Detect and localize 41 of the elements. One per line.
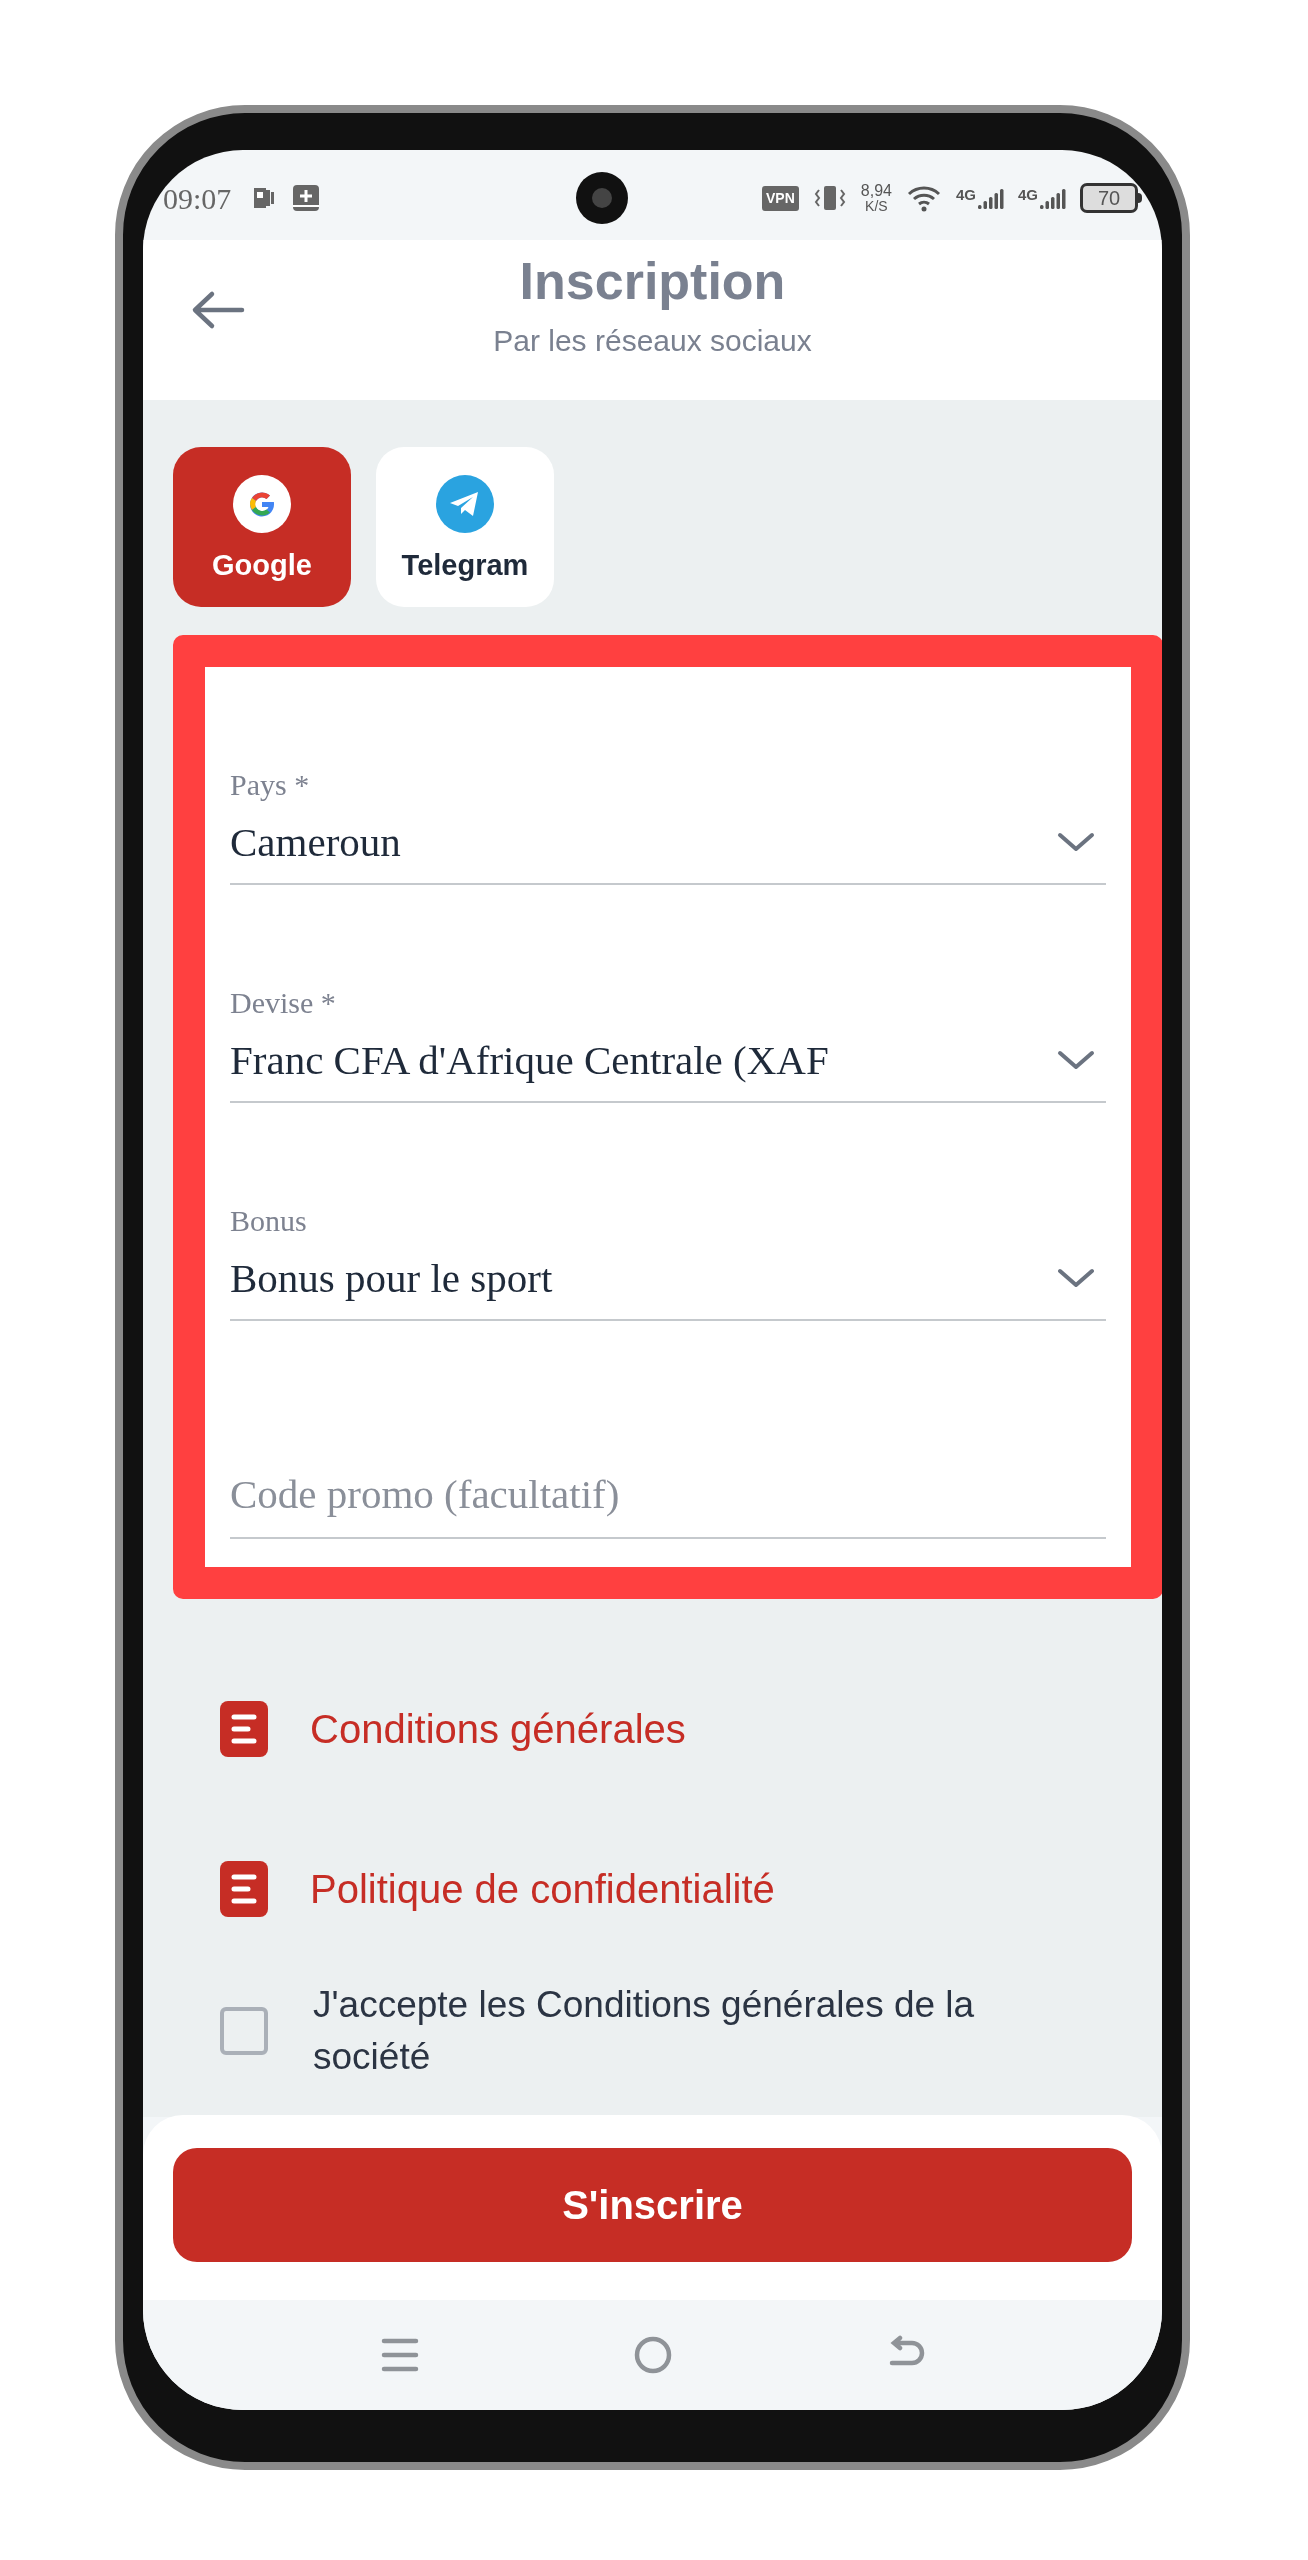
agreement-text: J'accepte les Conditions générales de la société bbox=[313, 1983, 976, 2079]
camera-icon bbox=[575, 172, 628, 224]
field-value: Cameroun bbox=[230, 817, 401, 867]
network-speed: 8,94 bbox=[860, 183, 892, 199]
vpn-badge: VPN bbox=[762, 185, 799, 211]
add-icon bbox=[291, 183, 322, 213]
signal-icon bbox=[978, 187, 1004, 209]
document-link[interactable]: Politique de confidentialité bbox=[220, 1809, 1132, 1969]
chevron-down-icon bbox=[1056, 1267, 1096, 1290]
field-value: Bonus pour le sport bbox=[230, 1253, 553, 1303]
select-field[interactable]: Pays * Cameroun bbox=[230, 667, 1106, 885]
document-link[interactable]: Conditions générales bbox=[220, 1649, 1132, 1809]
promo-code-field[interactable]: Code promo (facultatif) bbox=[230, 1463, 1106, 1539]
chevron-down-icon bbox=[1056, 831, 1096, 854]
page-subtitle: Par les réseaux sociaux bbox=[493, 323, 812, 360]
home-icon[interactable] bbox=[632, 2335, 673, 2375]
field-label: Bonus bbox=[230, 1205, 307, 1236]
wifi-icon bbox=[905, 184, 942, 212]
battery-level: 70 bbox=[1097, 188, 1121, 208]
select-field[interactable]: Bonus Bonus pour le sport bbox=[230, 1103, 1106, 1321]
select-field[interactable]: Devise * Franc CFA d'Afrique Centrale (XAF bbox=[230, 885, 1106, 1103]
page-title: Inscription bbox=[519, 251, 786, 312]
network-type: 4G bbox=[955, 187, 976, 202]
network-type: 4G bbox=[1018, 187, 1038, 202]
clock-time: 09:07 bbox=[163, 180, 232, 217]
document-icon bbox=[220, 1701, 268, 1757]
speed-unit: K/S bbox=[865, 199, 888, 213]
field-value: Franc CFA d'Afrique Centrale (XAF bbox=[230, 1035, 829, 1085]
checkbox[interactable] bbox=[220, 2007, 268, 2055]
vibrate-icon bbox=[812, 184, 847, 212]
google-logo-icon bbox=[233, 474, 291, 533]
field-label: Devise * bbox=[230, 987, 336, 1018]
register-button[interactable]: S'inscrire bbox=[173, 2148, 1132, 2262]
back-arrow-icon bbox=[190, 290, 246, 330]
paper-plane-icon bbox=[436, 474, 494, 533]
field-label: Pays * bbox=[230, 769, 310, 800]
social-login-button[interactable]: Google bbox=[173, 447, 351, 607]
document-icon bbox=[220, 1861, 268, 1917]
chevron-down-icon bbox=[1056, 1049, 1096, 1072]
signal-icon bbox=[1040, 187, 1066, 209]
social-login-button[interactable]: Telegram bbox=[376, 447, 554, 607]
